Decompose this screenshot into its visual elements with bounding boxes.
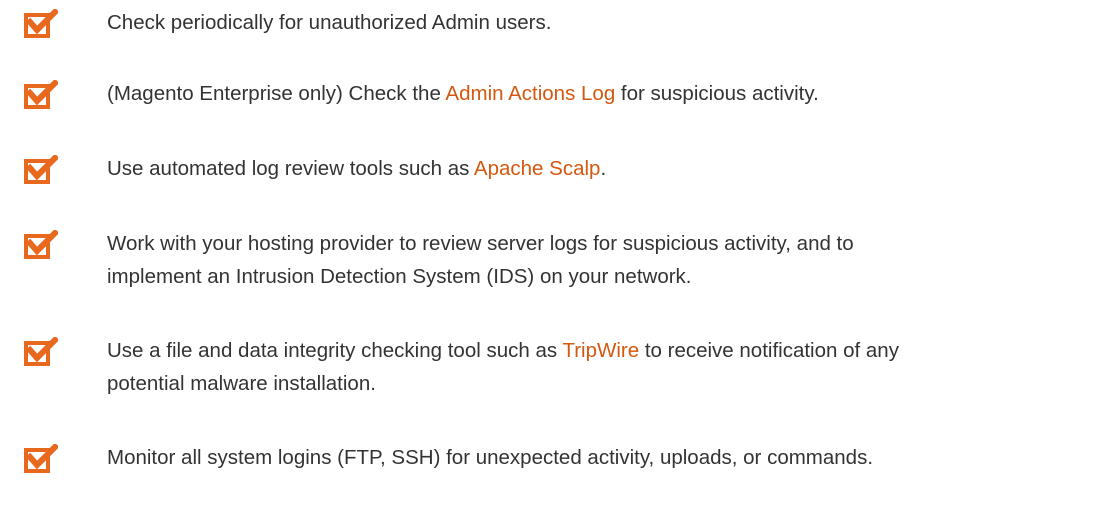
checkbox-checked-icon: [24, 80, 58, 110]
item-text: Use a file and data integrity checking t…: [107, 339, 563, 362]
item-text-line-2: potential malware installation.: [107, 372, 376, 395]
security-checklist: Check periodically for unauthorized Admi…: [0, 0, 1114, 529]
apache-scalp-link[interactable]: Apache Scalp: [474, 157, 601, 180]
checklist-item-text: Monitor all system logins (FTP, SSH) for…: [107, 441, 1108, 474]
checklist-item-text: Use a file and data integrity checking t…: [107, 334, 1108, 400]
item-text: Check periodically for unauthorized Admi…: [107, 11, 552, 34]
item-text: for suspicious activity.: [615, 82, 819, 105]
checkbox-checked-icon: [24, 444, 58, 474]
item-text: .: [600, 157, 607, 180]
checklist-item-text: Work with your hosting provider to revie…: [107, 227, 1108, 293]
checkbox-checked-icon: [24, 155, 58, 185]
checklist-item-text: (Magento Enterprise only) Check the Admi…: [107, 77, 1108, 110]
item-text: Use automated log review tools such as: [107, 157, 474, 180]
item-text: Monitor all system logins (FTP, SSH) for…: [107, 446, 874, 469]
tripwire-link[interactable]: TripWire: [562, 339, 639, 362]
admin-actions-log-link[interactable]: Admin Actions Log: [445, 82, 615, 105]
item-text: to receive notification of any: [639, 339, 899, 362]
item-text-line-1: Use a file and data integrity checking t…: [107, 334, 1108, 367]
item-text: (Magento Enterprise only) Check the: [107, 82, 446, 105]
checkbox-checked-icon: [24, 230, 58, 260]
item-text-line-2: implement an Intrusion Detection System …: [107, 265, 692, 288]
checkbox-checked-icon: [24, 337, 58, 367]
checklist-item-text: Check periodically for unauthorized Admi…: [107, 6, 1108, 39]
item-text-line-1: Work with your hosting provider to revie…: [107, 232, 854, 255]
checkbox-checked-icon: [24, 9, 58, 39]
checklist-item-text: Use automated log review tools such as A…: [107, 152, 1108, 185]
